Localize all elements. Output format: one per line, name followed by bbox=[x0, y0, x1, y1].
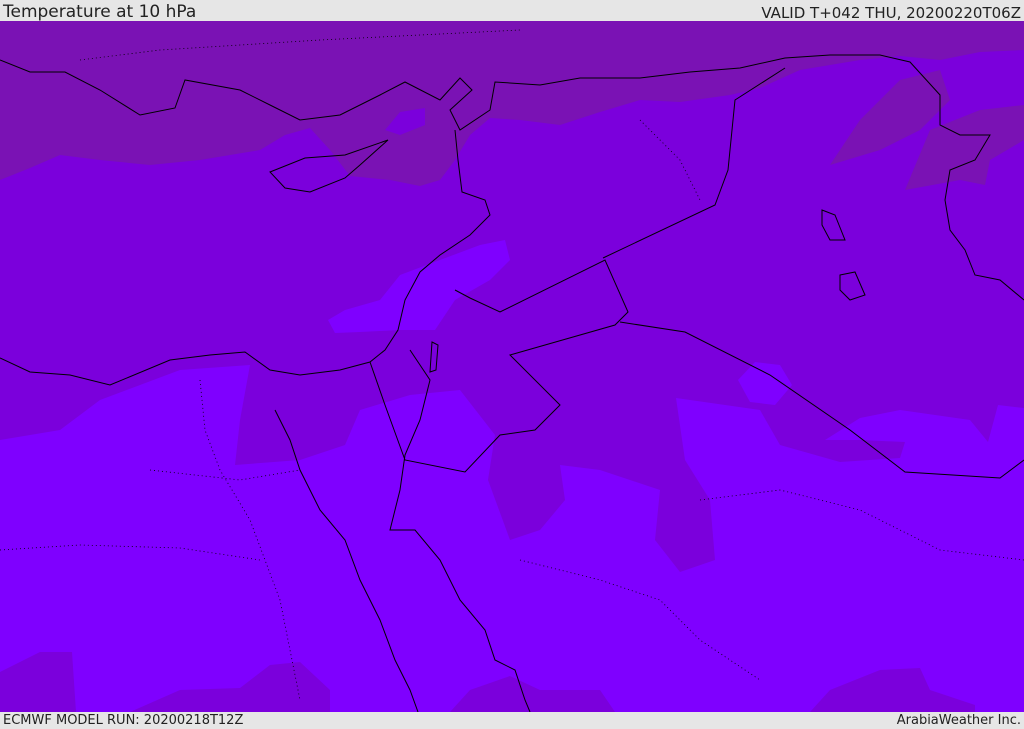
model-run: ECMWF MODEL RUN: 20200218T12Z bbox=[3, 713, 244, 728]
footer-bar: ECMWF MODEL RUN: 20200218T12Z ArabiaWeat… bbox=[0, 712, 1024, 729]
map-title: Temperature at 10 hPa bbox=[3, 2, 197, 22]
header-bar: Temperature at 10 hPa VALID T+042 THU, 2… bbox=[0, 0, 1024, 21]
valid-time: VALID T+042 THU, 20200220T06Z bbox=[761, 4, 1021, 22]
credit: ArabiaWeather Inc. bbox=[896, 713, 1021, 728]
temperature-map bbox=[0, 21, 1024, 712]
